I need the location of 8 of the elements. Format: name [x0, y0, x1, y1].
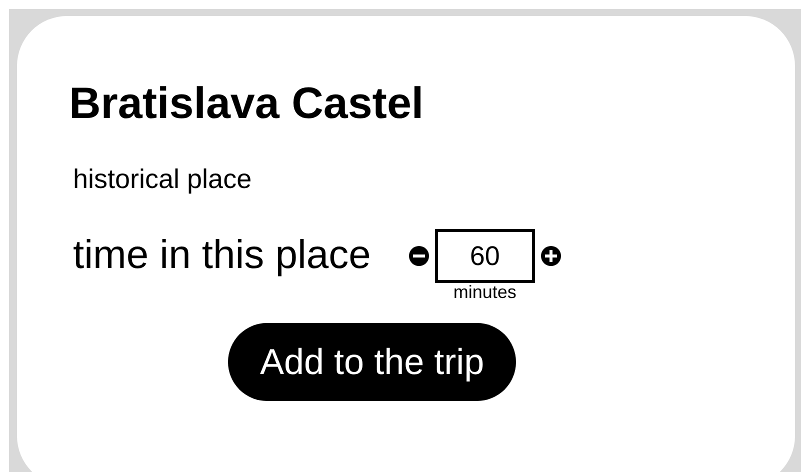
- place-category: historical place: [73, 164, 253, 195]
- unit-label: minutes: [453, 283, 516, 301]
- minus-icon[interactable]: [408, 246, 429, 266]
- duration-label: time in this place: [73, 232, 371, 279]
- add-to-trip-button[interactable]: Add to the trip: [228, 323, 516, 401]
- plus-icon[interactable]: [540, 246, 561, 266]
- place-title: Bratislava Castel: [69, 78, 425, 130]
- duration-field[interactable]: 60: [434, 229, 535, 283]
